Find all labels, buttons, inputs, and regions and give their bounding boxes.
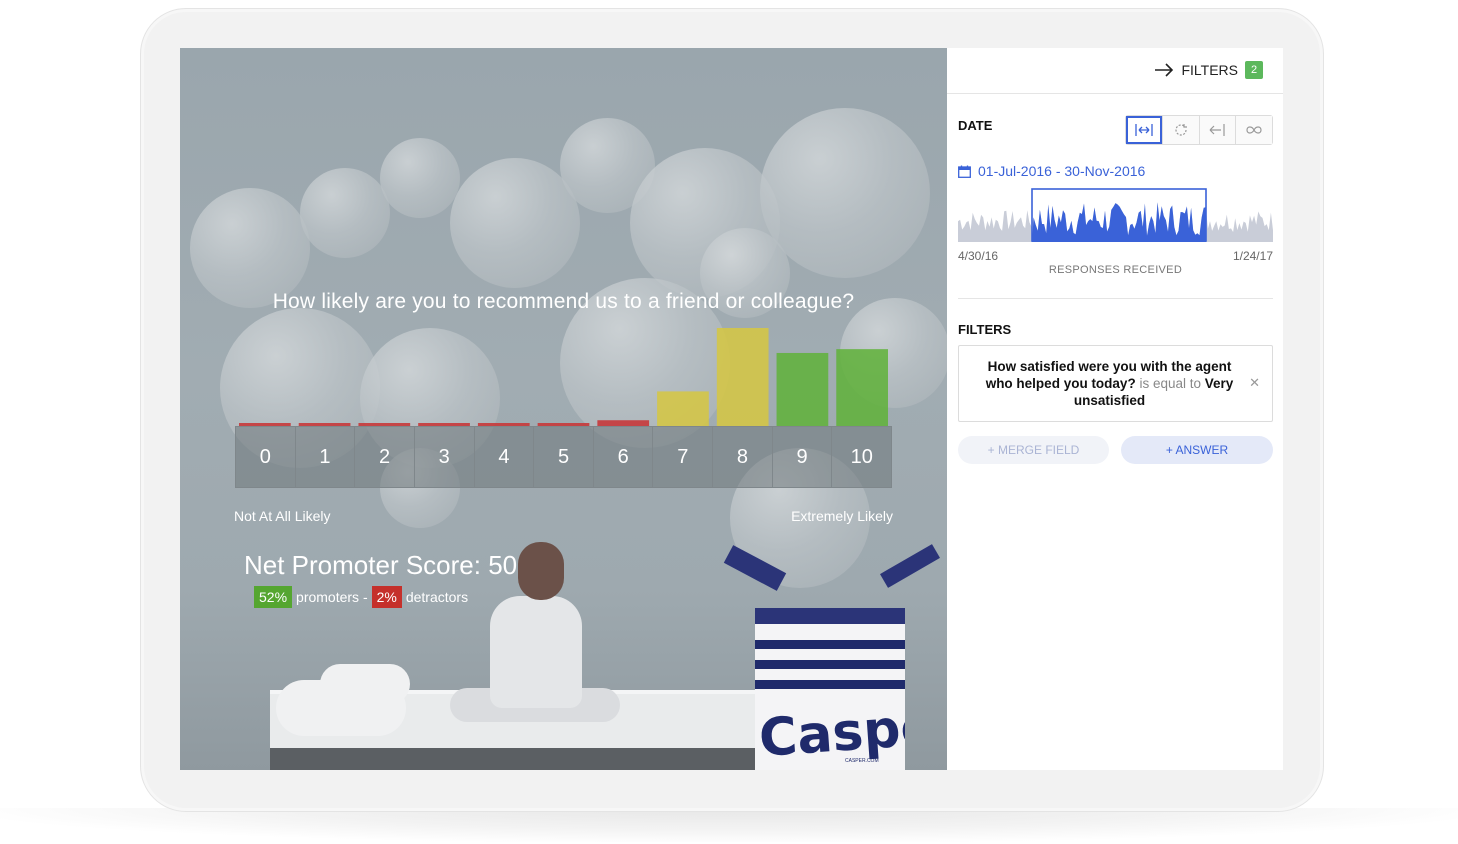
scale-option-5[interactable]: 5 [533,426,594,488]
survey-panel: How likely are you to recommend us to a … [180,48,947,770]
filter-condition-card[interactable]: How satisfied were you with the agent wh… [958,345,1273,422]
calendar-icon [958,165,971,178]
balloon [450,158,580,288]
device-shadow [0,808,1458,842]
remove-filter-icon[interactable]: ✕ [1249,374,1260,391]
scale-option-2[interactable]: 2 [354,426,415,488]
casper-logo: Casper [757,695,905,769]
mattress-base [270,748,780,770]
timeline-selected-series [1032,202,1206,242]
response-bar-8 [716,328,769,426]
date-range-picker[interactable]: 01-Jul-2016 - 30-Nov-2016 [958,163,1145,179]
merge-field-button[interactable]: + MERGE FIELD [958,436,1109,464]
back-arrow-icon [1209,124,1225,136]
scale-option-4[interactable]: 4 [473,426,535,488]
filters-toggle-label: FILTERS [1181,62,1238,78]
fit-range-button[interactable] [1126,116,1162,144]
nps-breakdown: 52% promoters - 2% detractors [254,586,468,608]
timeline-end-label: 1/24/17 [1232,249,1273,263]
response-bar-9 [776,352,829,426]
date-range-text: 01-Jul-2016 - 30-Nov-2016 [978,163,1146,179]
infinity-icon [1246,126,1262,134]
survey-question: How likely are you to recommend us to a … [272,290,855,313]
filters-toggle-button[interactable]: FILTERS 2 [1154,61,1263,79]
filters-section-label: FILTERS [958,322,1012,337]
nps-scale: 0 1 2 3 4 5 6 7 8 9 10 [235,426,893,488]
person-image [490,596,582,708]
back-range-button[interactable] [1198,116,1236,144]
responses-timeline-chart[interactable] [958,188,1273,242]
filter-count-badge: 2 [1245,61,1263,79]
response-bar-7 [657,391,709,426]
scale-option-3[interactable]: 3 [413,426,475,488]
pillow-image [320,664,410,704]
scale-option-0[interactable]: 0 [235,426,296,488]
balloon [300,168,390,258]
refresh-icon [1175,124,1187,136]
date-range-mode-group [1125,115,1273,145]
timeline-caption: RESPONSES RECEIVED [1048,264,1183,276]
detractors-label: detractors [405,589,469,605]
timeline-start-label: 4/30/16 [958,249,999,263]
casper-box-image: Casper CASPER.COM [755,608,905,770]
box-flap [880,544,940,588]
person-image [518,542,564,600]
low-scale-label: Not At All Likely [234,508,331,524]
filter-value: Very [1204,376,1234,391]
scale-option-6[interactable]: 6 [592,426,654,488]
promoters-badge: 52% [254,586,293,608]
scale-option-7[interactable]: 7 [652,426,714,488]
scale-option-1[interactable]: 1 [294,426,356,488]
screen: How likely are you to recommend us to a … [180,48,1283,770]
nps-score-title: Net Promoter Score: 50 [244,550,518,580]
high-scale-label: Extremely Likely [791,508,893,524]
scale-option-10[interactable]: 10 [831,426,893,488]
date-section-label: DATE [958,118,993,133]
promoters-label: promoters - [296,589,368,605]
fit-range-icon [1135,124,1153,136]
scale-option-8[interactable]: 8 [712,426,773,488]
response-bar-chart [239,328,888,426]
filters-panel: FILTERS 2 DATE 01-Jul-2016 - 30-Nov-2016… [947,48,1283,770]
all-time-button[interactable] [1235,116,1272,144]
response-bar-10 [836,349,888,426]
scale-option-9[interactable]: 9 [771,426,833,488]
balloon [380,138,460,218]
section-divider [958,298,1273,299]
detractors-badge: 2% [371,586,402,608]
filter-operator: is equal to [1139,376,1202,391]
filter-value: unsatisfied [1073,393,1146,408]
panel-header: FILTERS 2 [947,48,1283,94]
arrow-right-icon [1155,63,1174,77]
casper-logo-sub: CASPER.COM [845,758,879,764]
refresh-range-button[interactable] [1161,116,1199,144]
add-answer-button[interactable]: + ANSWER [1121,436,1273,464]
